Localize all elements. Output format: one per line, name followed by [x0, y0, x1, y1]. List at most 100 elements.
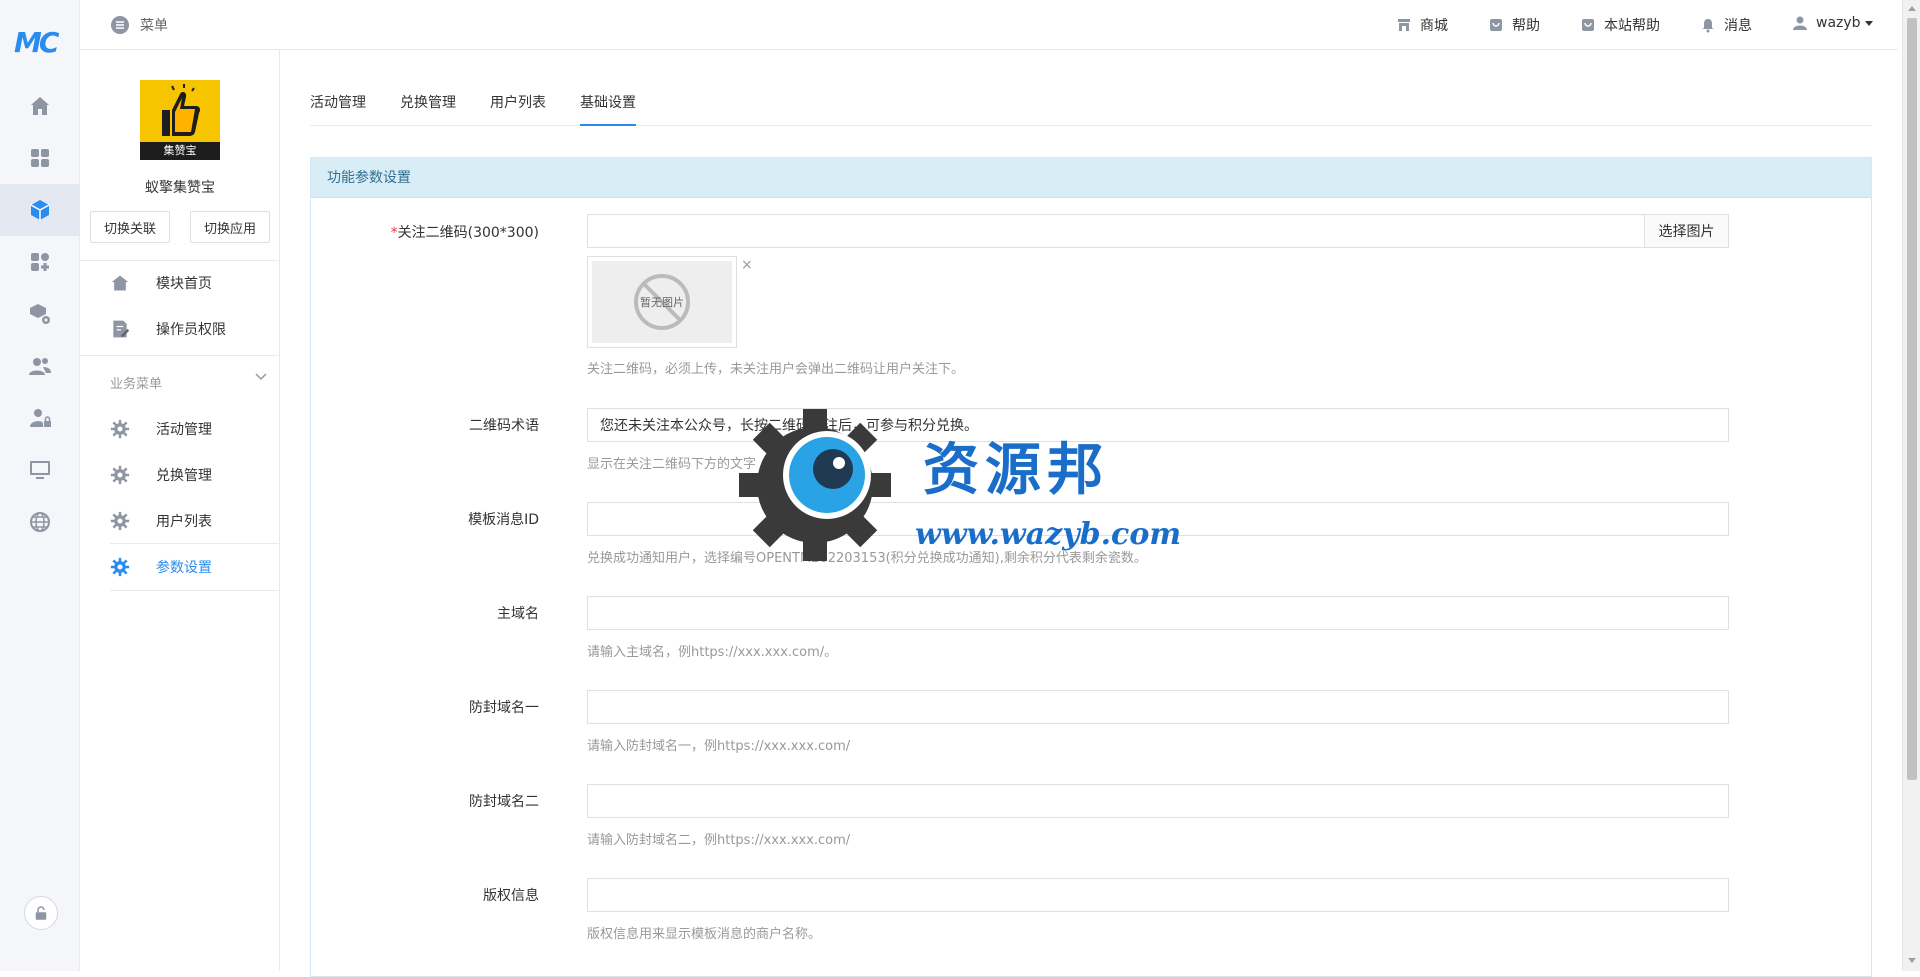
qr-tip-input[interactable] [587, 408, 1729, 442]
rail-globe-icon[interactable] [0, 496, 80, 548]
qr-tip-help: 显示在关注二维码下方的文字 [587, 457, 757, 472]
header-link-messages[interactable]: 消息 [1700, 15, 1752, 35]
template-id-input[interactable] [587, 502, 1729, 536]
sidebar-item-module-home[interactable]: 模块首页 [80, 261, 280, 305]
main-domain-input[interactable] [587, 596, 1729, 630]
sidebar-item-activity[interactable]: 活动管理 [80, 407, 280, 451]
select-image-button[interactable]: 选择图片 [1644, 214, 1729, 248]
sidebar-item-params[interactable]: 参数设置 [80, 545, 280, 589]
header-link-shop[interactable]: 商城 [1396, 15, 1448, 35]
shop-icon [1398, 19, 1410, 31]
rail-package-icon[interactable] [0, 288, 80, 340]
user-lock-icon [30, 409, 51, 427]
divider [80, 355, 280, 356]
gear-icon [110, 419, 130, 439]
scrollbar-thumb[interactable] [1907, 18, 1917, 780]
scroll-down-icon[interactable] [1908, 958, 1916, 963]
settings-panel: 功能参数设置 *关注二维码(300*300) 选择图片 暂无图片 × 关注二维码… [310, 157, 1872, 977]
chevron-down-icon[interactable] [255, 370, 267, 382]
monitor-icon [30, 461, 50, 479]
sidebar-item-label: 兑换管理 [156, 468, 212, 484]
user-menu[interactable]: wazyb [1792, 15, 1873, 31]
anti-domain-2-help: 请输入防封域名二，例https://xxx.xxx.com/ [587, 833, 851, 848]
qrcode-input[interactable] [587, 214, 1645, 248]
icon-rail: MC [0, 0, 80, 971]
edit-doc-icon [113, 320, 130, 338]
tab-basic-settings[interactable]: 基础设置 [580, 92, 636, 126]
copyright-label: 版权信息 [483, 888, 539, 904]
no-image-text: 暂无图片 [640, 296, 684, 309]
header-link-label: 消息 [1724, 18, 1752, 34]
tab-activity[interactable]: 活动管理 [310, 92, 366, 126]
sidebar-item-user-list[interactable]: 用户列表 [80, 499, 280, 543]
sidebar-item-operator-permissions[interactable]: 操作员权限 [80, 307, 280, 351]
lock-icon [35, 906, 47, 920]
copyright-input[interactable] [587, 878, 1729, 912]
anti-domain-2-label: 防封域名二 [469, 794, 539, 810]
gear-icon [110, 511, 130, 531]
lock-screen-button[interactable] [24, 896, 58, 930]
copyright-help: 版权信息用来显示模板消息的商户名称。 [587, 927, 822, 942]
divider [110, 543, 280, 544]
template-id-help: 兑换成功通知用户，选择编号OPENTM202203153(积分兑换成功通知),剩… [587, 551, 1147, 566]
header-link-help[interactable]: 帮助 [1488, 15, 1540, 35]
rail-apps-icon[interactable] [0, 132, 80, 184]
globe-icon [30, 512, 50, 532]
main-domain-label: 主域名 [497, 606, 539, 622]
anti-domain-1-label: 防封域名一 [469, 700, 539, 716]
thumbs-up-icon [162, 84, 200, 136]
menu-toggle[interactable]: 菜单 [110, 15, 168, 35]
app-name: 蚁擎集赞宝 [145, 180, 215, 196]
page-scrollbar[interactable] [1902, 0, 1920, 971]
rail-monitor-icon[interactable] [0, 444, 80, 496]
home-icon [31, 97, 49, 115]
header-link-label: 商城 [1420, 18, 1448, 34]
gear-icon [110, 465, 130, 485]
business-menu-title: 业务菜单 [110, 377, 163, 392]
gear-icon [110, 557, 130, 577]
sidebar-item-exchange[interactable]: 兑换管理 [80, 453, 280, 497]
divider [110, 590, 280, 591]
scroll-up-icon[interactable] [1908, 6, 1916, 11]
rail-module-icon[interactable] [0, 184, 80, 236]
anti-domain-1-input[interactable] [587, 690, 1729, 724]
header-link-site-help[interactable]: 本站帮助 [1580, 15, 1660, 35]
rail-users-icon[interactable] [0, 340, 80, 392]
menu-label: 菜单 [140, 18, 168, 34]
rail-plugin-icon[interactable] [0, 236, 80, 288]
sidebar-item-label: 用户列表 [156, 514, 212, 530]
qrcode-label-text: 关注二维码(300*300) [397, 225, 539, 241]
users-icon [29, 358, 51, 375]
brand-logo[interactable]: MC [14, 26, 59, 59]
template-id-label: 模板消息ID [468, 512, 539, 528]
package-settings-icon [30, 304, 50, 324]
apps-grid-icon [31, 149, 49, 167]
panel-title: 功能参数设置 [311, 158, 1871, 198]
caret-down-icon [1864, 20, 1873, 26]
home-icon [111, 275, 129, 291]
tab-user-list[interactable]: 用户列表 [490, 92, 546, 126]
remove-image-icon[interactable]: × [741, 257, 753, 273]
sidebar-item-label: 活动管理 [156, 422, 212, 438]
menu-list-icon [111, 16, 129, 34]
module-sidebar: 集赞宝 蚁擎集赞宝 切换关联 切换应用 模块首页 操作员权限 业务菜单 活动管理… [80, 50, 280, 971]
qrcode-help: 关注二维码，必须上传，未关注用户会弹出二维码让用户关注下。 [587, 362, 965, 377]
user-icon [1793, 16, 1807, 30]
tab-exchange[interactable]: 兑换管理 [400, 92, 456, 126]
plugin-icon [31, 253, 49, 271]
switch-link-button[interactable]: 切换关联 [90, 211, 170, 243]
header-link-label: 本站帮助 [1604, 18, 1660, 34]
required-mark: * [390, 225, 398, 241]
sidebar-item-label: 操作员权限 [156, 322, 226, 338]
site-help-icon [1582, 19, 1594, 31]
rail-home-icon[interactable] [0, 80, 80, 132]
sidebar-item-label: 参数设置 [156, 560, 212, 576]
rail-user-lock-icon[interactable] [0, 392, 80, 444]
qr-tip-label: 二维码术语 [469, 418, 539, 434]
anti-domain-2-input[interactable] [587, 784, 1729, 818]
app-logo-label: 集赞宝 [140, 142, 220, 160]
tab-bar: 活动管理 兑换管理 用户列表 基础设置 [310, 88, 1872, 126]
switch-app-button[interactable]: 切换应用 [190, 211, 270, 243]
qrcode-label: *关注二维码(300*300) [391, 222, 539, 242]
bell-icon [1702, 19, 1714, 33]
